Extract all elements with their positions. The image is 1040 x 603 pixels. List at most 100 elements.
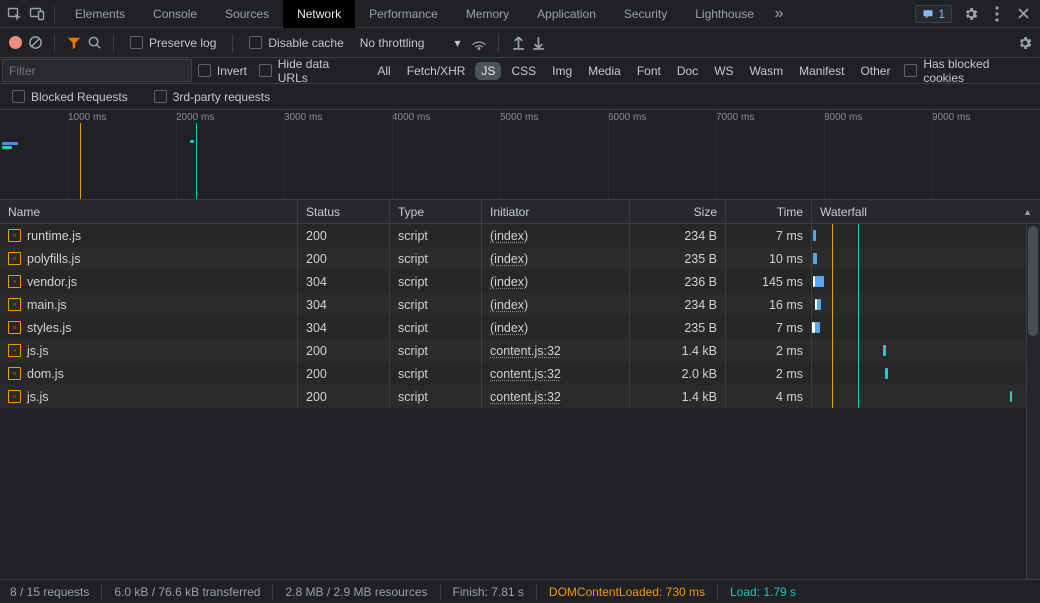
device-toolbar-icon[interactable] bbox=[26, 0, 48, 28]
issues-badge[interactable]: 1 bbox=[915, 5, 952, 23]
blocked-requests-checkbox[interactable]: Blocked Requests bbox=[6, 90, 134, 104]
status-domcontentloaded: DOMContentLoaded: 730 ms bbox=[549, 585, 705, 599]
tab-lighthouse[interactable]: Lighthouse bbox=[681, 0, 768, 28]
throttling-select[interactable]: No throttling ▾ bbox=[352, 36, 469, 50]
timeline-overview[interactable]: 1000 ms2000 ms3000 ms4000 ms5000 ms6000 … bbox=[0, 110, 1040, 200]
table-row[interactable]: ▫dom.js200scriptcontent.js:322.0 kB2 ms bbox=[0, 362, 1040, 385]
filter-type-font[interactable]: Font bbox=[631, 62, 667, 80]
scrollbar[interactable] bbox=[1026, 224, 1040, 579]
cell-initiator[interactable]: (index) bbox=[490, 252, 528, 266]
clear-button[interactable] bbox=[26, 34, 44, 52]
inspect-element-icon[interactable] bbox=[4, 0, 26, 28]
cell-initiator[interactable]: (index) bbox=[490, 321, 528, 335]
table-row[interactable]: ▫main.js304script(index)234 B16 ms bbox=[0, 293, 1040, 316]
status-finish: Finish: 7.81 s bbox=[453, 585, 524, 599]
cell-size: 1.4 kB bbox=[682, 390, 717, 404]
cell-time: 10 ms bbox=[769, 252, 803, 266]
js-file-icon: ▫ bbox=[8, 252, 21, 265]
col-waterfall[interactable]: Waterfall▲ bbox=[812, 200, 1040, 223]
cell-size: 235 B bbox=[684, 321, 717, 335]
timeline-tick: 1000 ms bbox=[68, 110, 176, 123]
settings-icon[interactable] bbox=[958, 0, 984, 28]
search-icon[interactable] bbox=[85, 34, 103, 52]
tab-security[interactable]: Security bbox=[610, 0, 681, 28]
timeline-tick: 8000 ms bbox=[824, 110, 932, 123]
tab-console[interactable]: Console bbox=[139, 0, 211, 28]
cell-status: 200 bbox=[306, 390, 327, 404]
filter-type-doc[interactable]: Doc bbox=[671, 62, 704, 80]
scrollbar-thumb[interactable] bbox=[1028, 226, 1038, 336]
tab-memory[interactable]: Memory bbox=[452, 0, 523, 28]
import-har-icon[interactable] bbox=[509, 34, 527, 52]
filter-type-other[interactable]: Other bbox=[854, 62, 896, 80]
col-status[interactable]: Status bbox=[298, 200, 390, 223]
tab-sources[interactable]: Sources bbox=[211, 0, 283, 28]
close-devtools-icon[interactable] bbox=[1010, 0, 1036, 28]
table-row[interactable]: ▫vendor.js304script(index)236 B145 ms bbox=[0, 270, 1040, 293]
cell-name: polyfills.js bbox=[27, 252, 81, 266]
filter-type-wasm[interactable]: Wasm bbox=[744, 62, 790, 80]
tab-elements[interactable]: Elements bbox=[61, 0, 139, 28]
cell-type: script bbox=[398, 367, 428, 381]
chevron-down-icon: ▾ bbox=[454, 36, 460, 50]
col-name[interactable]: Name bbox=[0, 200, 298, 223]
filter-type-manifest[interactable]: Manifest bbox=[793, 62, 850, 80]
network-conditions-icon[interactable] bbox=[470, 34, 488, 52]
kebab-menu-icon[interactable] bbox=[984, 0, 1010, 28]
cell-initiator[interactable]: (index) bbox=[490, 229, 528, 243]
cell-initiator[interactable]: content.js:32 bbox=[490, 390, 561, 404]
tab-performance[interactable]: Performance bbox=[355, 0, 452, 28]
cell-time: 16 ms bbox=[769, 298, 803, 312]
cell-initiator[interactable]: (index) bbox=[490, 275, 528, 289]
filter-type-js[interactable]: JS bbox=[475, 62, 501, 80]
network-settings-icon[interactable] bbox=[1016, 34, 1034, 52]
export-har-icon[interactable] bbox=[529, 34, 547, 52]
tab-network[interactable]: Network bbox=[283, 0, 355, 28]
hide-data-urls-checkbox[interactable]: Hide data URLs bbox=[253, 57, 367, 85]
cell-name: vendor.js bbox=[27, 275, 77, 289]
cell-type: script bbox=[398, 321, 428, 335]
separator bbox=[54, 34, 55, 52]
filter-icon[interactable] bbox=[65, 34, 83, 52]
filter-type-css[interactable]: CSS bbox=[505, 62, 542, 80]
record-button[interactable] bbox=[6, 34, 24, 52]
cell-name: main.js bbox=[27, 298, 67, 312]
cell-initiator[interactable]: content.js:32 bbox=[490, 367, 561, 381]
cell-initiator[interactable]: content.js:32 bbox=[490, 344, 561, 358]
col-type[interactable]: Type bbox=[390, 200, 482, 223]
col-size[interactable]: Size bbox=[630, 200, 726, 223]
col-initiator[interactable]: Initiator bbox=[482, 200, 630, 223]
cell-name: runtime.js bbox=[27, 229, 81, 243]
cell-size: 235 B bbox=[684, 252, 717, 266]
disable-cache-checkbox[interactable]: Disable cache bbox=[243, 36, 349, 50]
devtools-tabbar: ElementsConsoleSourcesNetworkPerformance… bbox=[0, 0, 1040, 28]
js-file-icon: ▫ bbox=[8, 390, 21, 403]
cell-status: 304 bbox=[306, 321, 327, 335]
col-time[interactable]: Time bbox=[726, 200, 812, 223]
filter-bar-2: Blocked Requests 3rd-party requests bbox=[0, 84, 1040, 110]
filter-type-ws[interactable]: WS bbox=[708, 62, 739, 80]
cell-status: 200 bbox=[306, 252, 327, 266]
more-tabs-icon[interactable]: » bbox=[768, 0, 790, 28]
table-row[interactable]: ▫js.js200scriptcontent.js:321.4 kB4 ms bbox=[0, 385, 1040, 408]
table-row[interactable]: ▫runtime.js200script(index)234 B7 ms bbox=[0, 224, 1040, 247]
network-toolbar: Preserve log Disable cache No throttling… bbox=[0, 28, 1040, 58]
table-row[interactable]: ▫polyfills.js200script(index)235 B10 ms bbox=[0, 247, 1040, 270]
filter-input[interactable] bbox=[2, 59, 192, 82]
cell-initiator[interactable]: (index) bbox=[490, 298, 528, 312]
filter-type-fetch-xhr[interactable]: Fetch/XHR bbox=[401, 62, 472, 80]
invert-checkbox[interactable]: Invert bbox=[192, 64, 253, 78]
table-row[interactable]: ▫js.js200scriptcontent.js:321.4 kB2 ms bbox=[0, 339, 1040, 362]
cell-time: 7 ms bbox=[776, 229, 803, 243]
cell-type: script bbox=[398, 390, 428, 404]
table-row[interactable]: ▫styles.js304script(index)235 B7 ms bbox=[0, 316, 1040, 339]
filter-type-all[interactable]: All bbox=[371, 62, 396, 80]
third-party-checkbox[interactable]: 3rd-party requests bbox=[148, 90, 276, 104]
separator bbox=[232, 34, 233, 52]
filter-bar: Invert Hide data URLs All Fetch/XHRJSCSSI… bbox=[0, 58, 1040, 84]
filter-type-img[interactable]: Img bbox=[546, 62, 578, 80]
preserve-log-checkbox[interactable]: Preserve log bbox=[124, 36, 222, 50]
has-blocked-cookies-checkbox[interactable]: Has blocked cookies bbox=[896, 57, 1040, 85]
tab-application[interactable]: Application bbox=[523, 0, 610, 28]
filter-type-media[interactable]: Media bbox=[582, 62, 627, 80]
